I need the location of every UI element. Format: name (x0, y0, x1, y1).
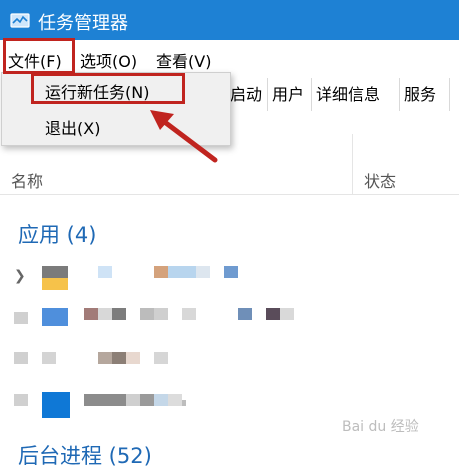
task-manager-icon (10, 13, 30, 28)
blurred-icon (42, 392, 70, 418)
column-separator[interactable] (352, 134, 353, 194)
blurred-text (182, 308, 196, 320)
blurred-text (224, 266, 238, 278)
tab-startup[interactable]: 启动 (226, 78, 268, 111)
blurred-text (168, 394, 182, 406)
list-item[interactable]: ❯ (0, 258, 459, 300)
blurred-icon (42, 308, 68, 326)
blurred-text (84, 394, 126, 406)
blurred-text (126, 394, 140, 406)
blurred-text (98, 308, 112, 320)
blurred-text (84, 308, 98, 320)
blurred-pixel (14, 352, 28, 364)
menu-run-new-task[interactable]: 运行新任务(N) (45, 79, 149, 103)
blurred-text (112, 308, 126, 320)
blurred-text (126, 352, 140, 364)
blurred-pixel (14, 312, 28, 324)
blurred-text (182, 400, 186, 406)
list-item[interactable] (0, 346, 459, 388)
red-arrow-icon (150, 110, 218, 163)
blurred-pixel (14, 394, 28, 406)
blurred-text (266, 308, 280, 320)
column-status[interactable]: 状态 (364, 168, 396, 192)
blurred-icon (42, 278, 68, 290)
blurred-icon (42, 352, 56, 364)
blurred-text (154, 308, 168, 320)
column-name[interactable]: 名称 (11, 168, 43, 192)
section-background-title[interactable]: 后台进程 (52) (18, 440, 152, 470)
section-apps-title[interactable]: 应用 (4) (18, 219, 96, 249)
menu-options[interactable]: 选项(O) (80, 48, 137, 72)
tab-services[interactable]: 服务 (400, 78, 450, 111)
blurred-text (154, 394, 168, 406)
highlight-box (3, 38, 75, 74)
blurred-text (98, 266, 112, 278)
watermark: Bai du 经验 (342, 419, 419, 435)
blurred-text (196, 266, 210, 278)
blurred-text (140, 308, 154, 320)
blurred-text (140, 394, 154, 406)
menu-exit[interactable]: 退出(X) (45, 115, 100, 139)
blurred-text (154, 352, 168, 364)
blurred-text (154, 266, 168, 278)
tab-users[interactable]: 用户 (268, 78, 312, 111)
tab-details[interactable]: 详细信息 (312, 78, 400, 111)
chevron-right-icon[interactable]: ❯ (14, 268, 26, 284)
blurred-text (112, 352, 126, 364)
blurred-text (280, 308, 294, 320)
window-title: 任务管理器 (38, 13, 128, 34)
blurred-text (98, 352, 112, 364)
list-item[interactable] (0, 302, 459, 344)
blurred-icon (42, 266, 68, 278)
blurred-text (168, 266, 196, 278)
blurred-text (238, 308, 252, 320)
menu-view[interactable]: 查看(V) (156, 48, 211, 72)
title-bar: 任务管理器 (0, 0, 459, 40)
